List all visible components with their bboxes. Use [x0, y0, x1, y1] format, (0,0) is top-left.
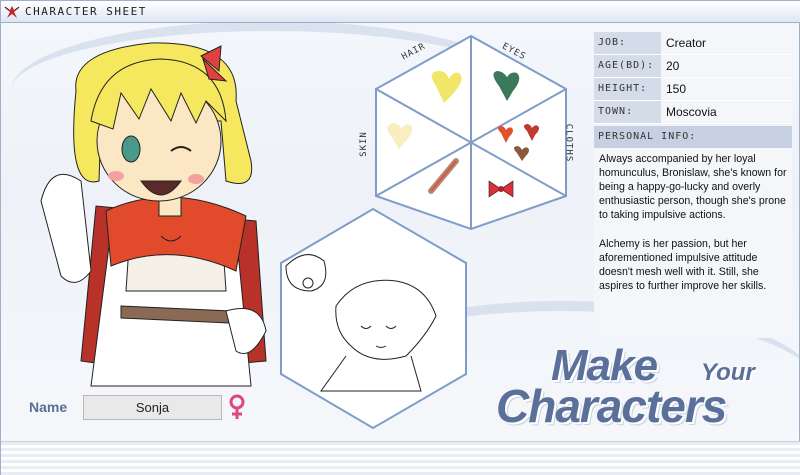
- personal-info-paragraph: Always accompanied by her loyal homuncul…: [599, 152, 787, 222]
- age-label: AGE(BD):: [594, 55, 661, 78]
- job-row: JOB: Creator: [594, 32, 792, 55]
- personal-info-header: PERSONAL INFO:: [594, 125, 792, 148]
- info-panel: JOB: Creator AGE(BD): 20 HEIGHT: 150 TOW…: [594, 32, 792, 338]
- town-value: Moscovia: [661, 101, 792, 124]
- name-label: Name: [29, 399, 68, 415]
- name-field[interactable]: Sonja: [83, 395, 222, 420]
- personal-info-body: Always accompanied by her loyal homuncul…: [594, 147, 792, 338]
- character-sheet-window: CHARACTER SHEET HAIR EYES CLOTHS SKIN Na…: [0, 0, 800, 475]
- color-palette-hexagon: [375, 34, 567, 231]
- logo-characters: Characters: [496, 380, 727, 432]
- town-label: TOWN:: [594, 101, 661, 124]
- female-symbol-icon: [229, 394, 245, 419]
- job-value: Creator: [661, 32, 792, 55]
- character-illustration: [40, 42, 267, 387]
- winged-emblem-icon: [3, 3, 21, 21]
- title-bar: CHARACTER SHEET: [1, 1, 800, 23]
- footer-stripes: [1, 441, 800, 475]
- job-label: JOB:: [594, 32, 661, 55]
- age-value: 20: [661, 55, 792, 78]
- window-title: CHARACTER SHEET: [25, 5, 147, 18]
- skin-label: SKIN: [358, 131, 369, 157]
- personal-info-paragraph: Alchemy is her passion, but her aforemen…: [599, 237, 767, 293]
- height-label: HEIGHT:: [594, 78, 661, 101]
- homunculus-sketch: [280, 207, 467, 430]
- height-value: 150: [661, 78, 792, 101]
- height-row: HEIGHT: 150: [594, 78, 792, 101]
- age-row: AGE(BD): 20: [594, 55, 792, 78]
- cloths-label: CLOTHS: [563, 123, 574, 163]
- town-row: TOWN: Moscovia: [594, 101, 792, 124]
- make-your-characters-logo: Make Your Characters: [496, 341, 796, 436]
